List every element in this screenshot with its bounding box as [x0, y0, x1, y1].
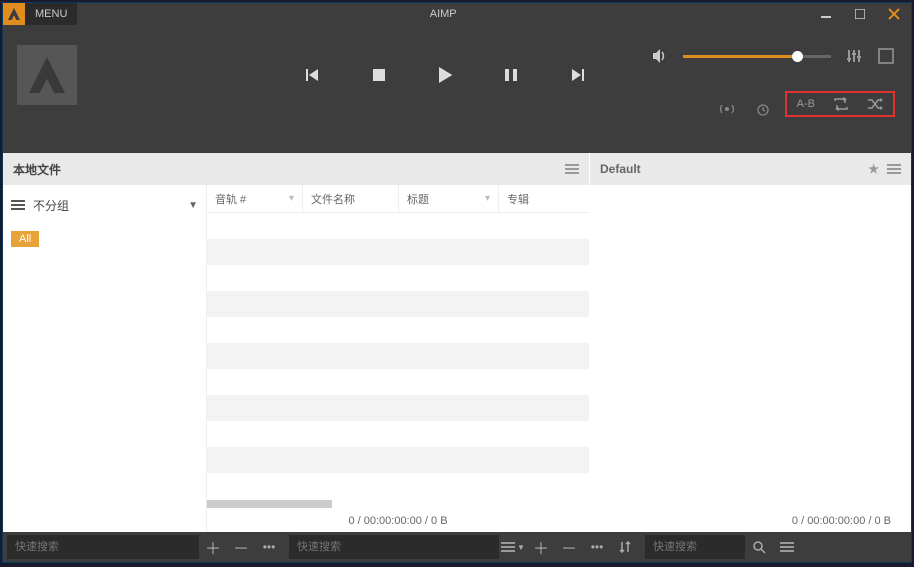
remove-button[interactable]: － — [227, 532, 255, 562]
divider-strip — [3, 125, 911, 153]
chevron-down-icon: ▼ — [188, 200, 198, 211]
settings-menu-button[interactable] — [773, 532, 801, 562]
minimize-button[interactable] — [809, 3, 843, 25]
column-title[interactable]: 标题▾ — [399, 185, 499, 212]
close-button[interactable] — [877, 3, 911, 25]
extra-controls-left — [719, 101, 771, 117]
ab-repeat-button[interactable]: A-B — [797, 98, 815, 110]
add-button[interactable]: ＋ — [199, 532, 227, 562]
track-list: 音轨 #▾ 文件名称 标题▾ 专辑 — [207, 185, 589, 532]
repeat-icon[interactable] — [833, 97, 849, 111]
table-row[interactable] — [207, 395, 589, 421]
library-menu-icon[interactable] — [565, 164, 579, 174]
search-input-right[interactable] — [645, 535, 745, 559]
table-row[interactable] — [207, 343, 589, 369]
next-button[interactable] — [567, 65, 587, 85]
search-input-middle[interactable] — [289, 535, 499, 559]
library-pane: 本地文件 不分组 ▼ All 音轨 #▾ 文件名称 — [3, 153, 589, 532]
library-header: 本地文件 — [3, 153, 589, 185]
horizontal-scrollbar[interactable] — [207, 500, 589, 510]
volume-row — [651, 47, 895, 65]
app-window: MENU AIMP — [2, 2, 912, 563]
column-track[interactable]: 音轨 #▾ — [207, 185, 303, 212]
visualization-icon[interactable] — [877, 47, 895, 65]
sort-button[interactable] — [611, 532, 639, 562]
transport-controls — [303, 65, 587, 85]
previous-button[interactable] — [303, 65, 323, 85]
playlist-title[interactable]: Default — [600, 162, 641, 176]
volume-slider[interactable] — [683, 55, 831, 58]
menu-button[interactable]: MENU — [25, 3, 77, 25]
filter-icon[interactable]: ▾ — [485, 193, 490, 204]
table-row[interactable] — [207, 213, 589, 239]
column-filename[interactable]: 文件名称 — [303, 185, 399, 212]
column-album[interactable]: 专辑 — [499, 185, 589, 212]
playlist-status: 0 / 00:00:00:00 / 0 B — [590, 510, 911, 532]
track-rows — [207, 213, 589, 500]
playlist-menu-icon[interactable] — [887, 164, 901, 174]
window-title: AIMP — [77, 8, 809, 20]
filter-icon[interactable]: ▾ — [289, 193, 294, 204]
table-row[interactable] — [207, 291, 589, 317]
library-title: 本地文件 — [13, 161, 61, 178]
playlist-header: Default ★ — [590, 153, 911, 185]
library-status: 0 / 00:00:00:00 / 0 B — [207, 510, 589, 532]
window-controls — [809, 3, 911, 25]
all-filter-tag[interactable]: All — [11, 231, 39, 247]
list-menu-button[interactable]: ▼ — [499, 532, 527, 562]
bottom-toolbar: ＋ － ••• ▼ ＋ － ••• — [3, 532, 911, 562]
playlist-add-button[interactable]: ＋ — [527, 532, 555, 562]
equalizer-icon[interactable] — [845, 47, 863, 65]
album-art-placeholder — [17, 45, 77, 105]
stop-button[interactable] — [369, 65, 389, 85]
favorite-icon[interactable]: ★ — [868, 162, 879, 176]
table-row[interactable] — [207, 239, 589, 265]
group-sidebar: 不分组 ▼ All — [3, 185, 207, 532]
volume-icon[interactable] — [651, 47, 669, 65]
extra-controls-right: A-B — [785, 91, 895, 117]
table-row[interactable] — [207, 447, 589, 473]
more-button[interactable]: ••• — [255, 532, 283, 562]
timer-icon[interactable] — [755, 101, 771, 117]
playlist-remove-button[interactable]: － — [555, 532, 583, 562]
table-row[interactable] — [207, 369, 589, 395]
playlist-more-button[interactable]: ••• — [583, 532, 611, 562]
shuffle-icon[interactable] — [867, 97, 883, 111]
search-button[interactable] — [745, 532, 773, 562]
pause-button[interactable] — [501, 65, 521, 85]
column-headers: 音轨 #▾ 文件名称 标题▾ 专辑 — [207, 185, 589, 213]
hamburger-icon — [11, 200, 25, 210]
play-button[interactable] — [435, 65, 455, 85]
table-row[interactable] — [207, 265, 589, 291]
titlebar: MENU AIMP — [3, 3, 911, 25]
playlist-body — [590, 185, 911, 510]
app-logo-icon — [3, 3, 25, 25]
player-panel: A-B — [3, 25, 911, 125]
group-selector[interactable]: 不分组 ▼ — [11, 191, 198, 219]
table-row[interactable] — [207, 317, 589, 343]
group-label: 不分组 — [33, 197, 69, 214]
library-body: 不分组 ▼ All 音轨 #▾ 文件名称 标题▾ 专辑 — [3, 185, 589, 532]
table-row[interactable] — [207, 421, 589, 447]
maximize-button[interactable] — [843, 3, 877, 25]
playlist-pane: Default ★ 0 / 00:00:00:00 / 0 B — [589, 153, 911, 532]
main-content: 本地文件 不分组 ▼ All 音轨 #▾ 文件名称 — [3, 153, 911, 532]
playback-mode-box: A-B — [785, 91, 895, 117]
radio-icon[interactable] — [719, 101, 735, 117]
search-input-left[interactable] — [7, 535, 199, 559]
